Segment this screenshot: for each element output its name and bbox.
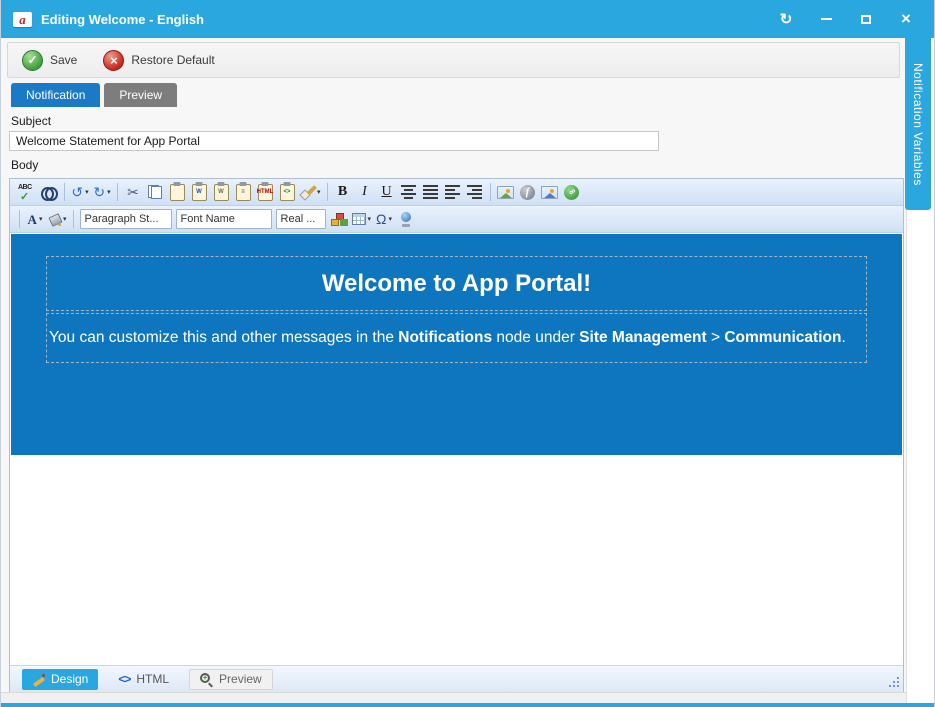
flash-manager-icon[interactable]: f <box>517 181 539 203</box>
font-size-select[interactable]: Real ... <box>276 209 326 229</box>
dropdown-caret: ▾ <box>63 215 67 223</box>
tab-notification[interactable]: Notification <box>11 83 100 107</box>
insert-symbol-icon[interactable]: Ω▾ <box>373 208 395 230</box>
align-left-icon[interactable] <box>442 181 464 203</box>
refresh-icon[interactable]: ↻ <box>778 11 794 27</box>
undo-icon[interactable]: ↺▾ <box>69 181 91 203</box>
save-button[interactable]: ✓ Save <box>22 50 77 71</box>
insert-table-icon[interactable]: ▾ <box>350 208 374 230</box>
subject-input[interactable] <box>9 131 659 151</box>
tab-html-label: HTML <box>136 672 169 686</box>
toolbar-separator <box>327 183 328 201</box>
dialog-window: a Editing Welcome - English ↻ × ✓ Save ×… <box>0 0 935 707</box>
dropdown-caret: ▾ <box>368 215 372 223</box>
image-manager-icon[interactable] <box>495 181 517 203</box>
subject-label: Subject <box>11 114 906 128</box>
dropdown-caret: ▾ <box>389 215 393 223</box>
tab-preview-label: Preview <box>219 672 262 686</box>
restore-x-icon: × <box>103 50 124 71</box>
tab-html[interactable]: <> HTML <box>108 669 179 690</box>
command-toolbar: ✓ Save × Restore Default <box>7 42 900 78</box>
editor-toolbar-row1: ABC✓↺▾↻▾✂WW≡HTML<>▾BIUf <box>10 179 903 206</box>
app-logo-icon: a <box>13 12 32 27</box>
notification-variables-tab[interactable]: Notification Variables <box>905 38 931 210</box>
find-icon[interactable] <box>38 181 60 203</box>
justify-icon[interactable] <box>420 181 442 203</box>
main-panel: ✓ Save × Restore Default Notification Pr… <box>1 38 906 692</box>
module-manager-icon[interactable] <box>328 208 350 230</box>
bold-icon[interactable]: B <box>332 181 354 203</box>
dropdown-caret: ▾ <box>107 188 111 196</box>
message-block[interactable]: You can customize this and other message… <box>46 313 867 363</box>
html-brackets-icon: <> <box>118 673 130 685</box>
tab-preview-mode[interactable]: + Preview <box>189 669 273 690</box>
pencil-icon <box>32 673 45 686</box>
underline-icon[interactable]: U <box>376 181 398 203</box>
paste-html-icon[interactable]: <> <box>276 181 298 203</box>
minimize-icon[interactable] <box>818 11 834 27</box>
toolbar-separator <box>19 210 20 228</box>
dropdown-caret: ▾ <box>317 188 321 196</box>
heading-block[interactable]: Welcome to App Portal! <box>46 256 867 311</box>
save-check-icon: ✓ <box>22 50 43 71</box>
restore-default-label: Restore Default <box>131 53 214 67</box>
window-controls: ↻ × <box>778 11 922 27</box>
copy-icon[interactable] <box>144 181 166 203</box>
paragraph-style-select[interactable]: Paragraph St... <box>80 209 172 229</box>
tab-strip: Notification Preview <box>11 83 906 107</box>
paste-from-word-icon[interactable]: W <box>188 181 210 203</box>
editor-mode-bar: Design <> HTML + Preview <box>10 665 903 692</box>
toolbar-separator <box>490 183 491 201</box>
toolbar-separator <box>73 210 74 228</box>
window-status-strip <box>1 692 906 703</box>
message-background: Welcome to App Portal! You can customize… <box>11 234 902 455</box>
background-color-icon[interactable]: ▾ <box>46 208 69 230</box>
welcome-heading: Welcome to App Portal! <box>322 270 591 298</box>
message-text: You can customize this and other message… <box>49 329 846 347</box>
close-icon[interactable]: × <box>898 11 914 27</box>
paste-from-word-nostyle-icon[interactable]: W <box>210 181 232 203</box>
resize-grip[interactable] <box>887 675 899 687</box>
tab-design[interactable]: Design <box>22 669 98 690</box>
cut-icon[interactable]: ✂ <box>122 181 144 203</box>
editor-content-area[interactable]: Welcome to App Portal! You can customize… <box>10 233 903 665</box>
hyperlink-manager-icon[interactable] <box>561 181 583 203</box>
media-manager-icon[interactable] <box>539 181 561 203</box>
right-panel: Notification Variables <box>906 38 935 703</box>
paste-icon[interactable] <box>166 181 188 203</box>
window-title: Editing Welcome - English <box>41 12 204 27</box>
editor-toolbar-row2: A▾▾Paragraph St...Font NameReal ...▾Ω▾ <box>10 206 903 233</box>
font-color-icon[interactable]: A▾ <box>24 208 46 230</box>
title-bar: a Editing Welcome - English ↻ × <box>1 0 934 38</box>
italic-icon[interactable]: I <box>354 181 376 203</box>
paste-plain-text-icon[interactable]: ≡ <box>232 181 254 203</box>
redo-icon[interactable]: ↻▾ <box>91 181 113 203</box>
format-stripper-icon[interactable]: ▾ <box>298 181 323 203</box>
dropdown-caret: ▾ <box>85 188 89 196</box>
spellcheck-icon[interactable]: ABC✓ <box>15 181 38 203</box>
body-label: Body <box>11 158 906 172</box>
media-icon[interactable] <box>395 208 417 230</box>
toolbar-separator <box>64 183 65 201</box>
magnifier-icon: + <box>200 673 213 686</box>
save-button-label: Save <box>50 53 77 67</box>
dropdown-caret: ▾ <box>39 215 43 223</box>
rich-text-editor: ABC✓↺▾↻▾✂WW≡HTML<>▾BIUf A▾▾Paragraph St.… <box>9 178 904 693</box>
font-name-select[interactable]: Font Name <box>176 209 272 229</box>
align-center-icon[interactable] <box>398 181 420 203</box>
tab-preview[interactable]: Preview <box>104 83 177 107</box>
toolbar-separator <box>117 183 118 201</box>
paste-as-html-icon[interactable]: HTML <box>254 181 276 203</box>
tab-design-label: Design <box>51 672 88 686</box>
align-right-icon[interactable] <box>464 181 486 203</box>
restore-default-button[interactable]: × Restore Default <box>103 50 214 71</box>
maximize-icon[interactable] <box>858 11 874 27</box>
